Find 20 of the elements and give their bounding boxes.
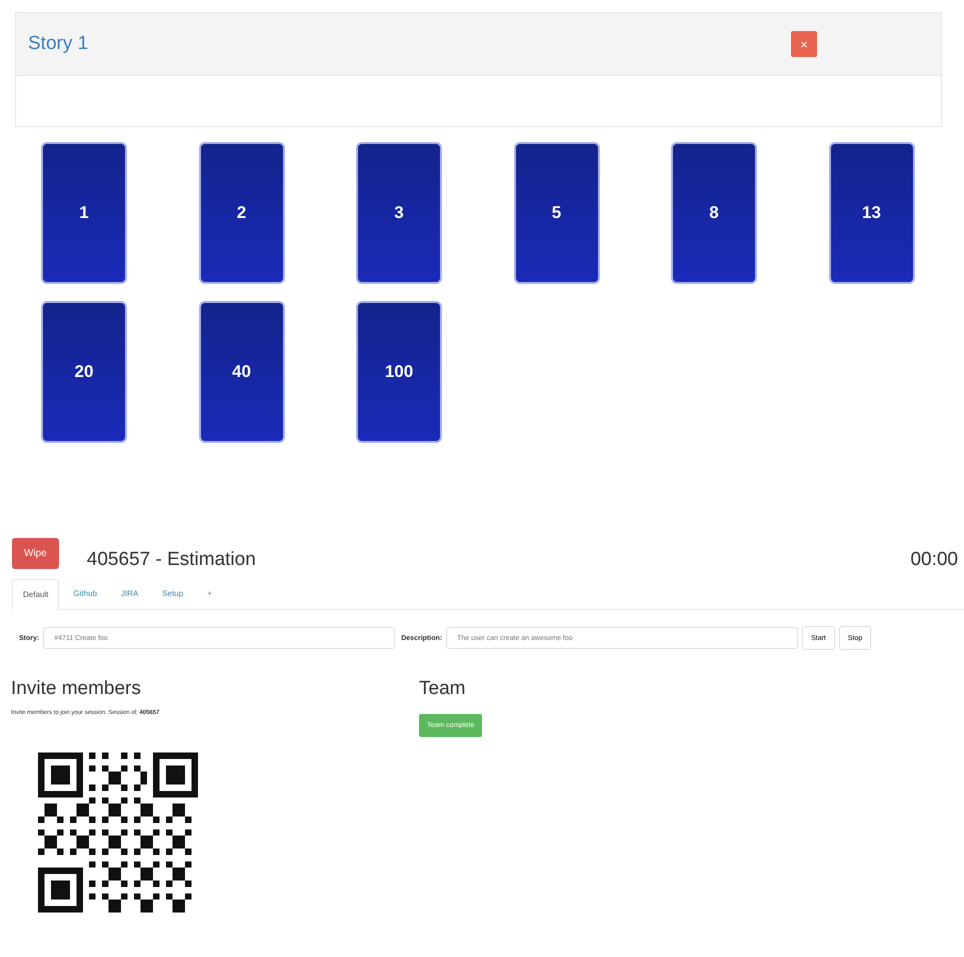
- timer: 00:00: [910, 549, 958, 571]
- tab[interactable]: JIRA: [110, 579, 148, 609]
- wipe-button[interactable]: Wipe: [12, 538, 59, 568]
- tab[interactable]: Setup: [152, 579, 194, 609]
- story-title: Story 1: [28, 33, 88, 55]
- tab[interactable]: Github: [63, 579, 107, 609]
- tab[interactable]: Default: [12, 579, 60, 610]
- estimate-card[interactable]: 100: [356, 301, 442, 443]
- estimate-card[interactable]: 1: [41, 142, 127, 284]
- estimate-card[interactable]: 5: [514, 142, 600, 284]
- estimate-card[interactable]: 40: [198, 301, 284, 443]
- team-heading: Team: [419, 678, 466, 700]
- estimate-card[interactable]: 20: [41, 301, 127, 443]
- estimate-card[interactable]: 3: [356, 142, 442, 284]
- estimate-card[interactable]: 2: [198, 142, 284, 284]
- tab[interactable]: +: [197, 579, 222, 609]
- invite-heading: Invite members: [11, 678, 142, 700]
- estimate-card[interactable]: 13: [828, 142, 914, 284]
- session-title: 405657 - Estimation: [86, 549, 257, 571]
- estimate-card[interactable]: 8: [671, 142, 757, 284]
